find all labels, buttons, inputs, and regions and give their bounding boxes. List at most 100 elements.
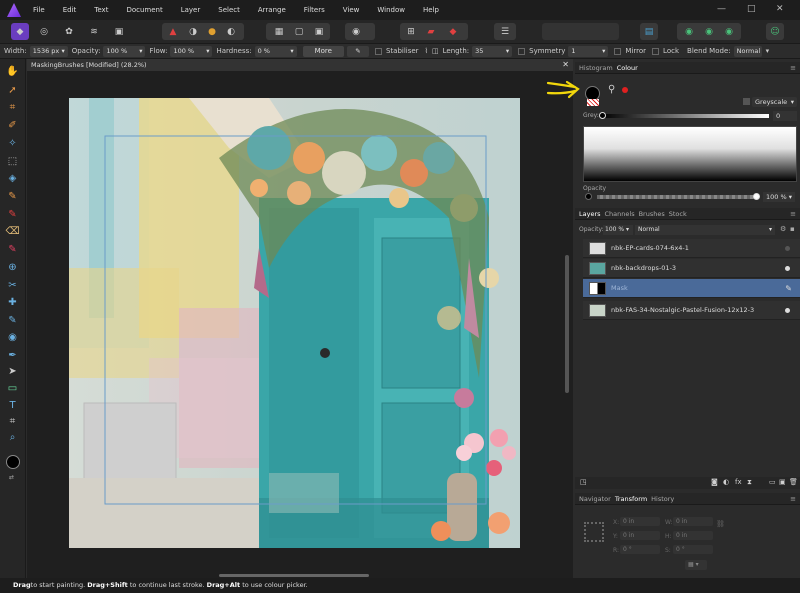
lock-icon[interactable] [743,98,750,105]
tab-stock[interactable]: Stock [669,210,687,218]
tab-layers[interactable]: Layers [579,210,601,218]
visibility-dot[interactable] [785,307,790,313]
symmetry-field[interactable]: 1 ▾ [568,45,609,57]
menu-arrange[interactable]: Arrange [258,6,286,14]
menu-text[interactable]: Text [94,6,108,14]
opacity-slider[interactable] [597,195,755,199]
node-tool-icon[interactable]: ➤ [6,365,19,378]
shear-field[interactable]: 0 ° [673,545,713,554]
stroke-none-swatch[interactable] [587,99,599,106]
tone-map-persona-icon[interactable]: ≋ [85,23,103,40]
primary-colour-swatch[interactable] [6,455,20,469]
stabiliser-checkbox[interactable] [374,47,382,55]
menu-window[interactable]: Window [377,6,405,14]
h-field[interactable]: 0 in [673,531,713,540]
force-pixel-icon[interactable]: ◆ [444,23,462,40]
tab-navigator[interactable]: Navigator [579,495,611,503]
add-layer-icon[interactable]: ▣ [779,478,786,486]
live-filter-icon[interactable]: ⧗ [747,478,752,487]
width-field[interactable]: 1536 px ▾ [29,45,68,57]
layer-options-icon[interactable]: ◳ [580,478,587,486]
quick-mask-icon[interactable]: ◉ [347,23,365,40]
fx-icon[interactable]: fx [735,478,742,486]
horizontal-scrollbar[interactable] [219,574,369,577]
noise-swatch[interactable] [622,87,628,93]
opacity-slider-handle[interactable] [753,193,760,200]
lock-checkbox[interactable] [652,47,660,55]
arrange-icon[interactable]: ▤ [640,23,658,40]
snapping-icon[interactable]: ▰ [422,23,440,40]
panel-menu-icon[interactable]: ≡ [790,210,796,218]
grey-slider-handle[interactable] [599,112,606,119]
transform-options-button[interactable]: ▦ ▾ [685,560,707,570]
layer-row-selected[interactable]: Mask ✎ [583,279,800,298]
rope-mode-icon[interactable]: ⌇ [425,47,428,55]
close-icon[interactable]: ✕ [562,60,569,69]
erase-tool-icon[interactable]: ⌫ [5,225,19,238]
adjustment-icon[interactable]: ◐ [723,478,729,486]
layer-opacity-field[interactable]: 100 % ▾ [603,225,633,235]
assistant-icon[interactable]: ⊞ [402,23,420,40]
gear-icon[interactable]: ⚙ [780,225,786,233]
symmetry-checkbox[interactable] [518,47,526,55]
group-icon[interactable]: ▭ [769,478,776,486]
studio-colour-icon[interactable]: ◉ [700,23,718,40]
tab-brushes[interactable]: Brushes [639,210,665,218]
window-mode-icon[interactable]: ◫ [432,47,439,55]
menu-select[interactable]: Select [218,6,240,14]
paint-brush-icon[interactable]: ✎ [6,190,19,203]
tab-histogram[interactable]: Histogram [579,64,613,72]
brush-settings-icon[interactable]: ✎ [346,45,369,57]
studio-layers-icon[interactable]: ◉ [680,23,698,40]
clone-tool-icon[interactable]: ⊕ [6,261,19,274]
export-persona-icon[interactable]: ▣ [110,23,128,40]
levels-icon[interactable]: ▲ [164,23,182,40]
canvas-image[interactable] [69,98,520,548]
document-tab[interactable]: MaskingBrushes [Modified] (28.2%) ✕ [27,59,573,71]
visibility-dot[interactable] [785,265,790,271]
length-field[interactable]: 35 ▾ [472,45,513,57]
more-button[interactable]: More [302,45,344,57]
greyscale-field[interactable] [583,126,797,182]
app-logo-icon[interactable] [7,3,21,17]
red-eye-tool-icon[interactable]: ✎ [6,314,19,327]
develop-persona-icon[interactable]: ✿ [60,23,78,40]
colour-mode-select[interactable]: Greyscale ▾ [752,97,797,107]
pixel-tool-icon[interactable]: ✎ [6,208,19,221]
selection-brush-icon[interactable]: ✐ [6,119,19,132]
layer-row[interactable]: nbk-backdrops-01-3 [583,259,800,278]
delete-layer-icon[interactable]: 🗑 [789,478,798,486]
flow-field[interactable]: 100 % ▾ [170,45,213,57]
chevron-down-icon[interactable]: ▾ [766,47,770,55]
grey-slider[interactable] [601,114,769,118]
healing-tool-icon[interactable]: ✚ [6,296,19,309]
mesh-warp-icon[interactable]: ⌗ [6,415,19,428]
invert-selection-icon[interactable]: ▣ [310,23,328,40]
tab-transform[interactable]: Transform [615,495,647,503]
crop-tool-icon[interactable]: ⌗ [6,101,19,114]
colour-picker-icon[interactable]: ⚲ [608,84,615,95]
opacity-field[interactable]: 100 % ▾ [103,45,146,57]
tab-colour[interactable]: Colour [617,64,638,72]
lock-layer-icon[interactable]: ▪ [790,225,795,233]
menu-view[interactable]: View [343,6,360,14]
menu-help[interactable]: Help [423,6,439,14]
vertical-scrollbar[interactable] [565,255,569,393]
auto-contrast-icon[interactable]: ◑ [184,23,202,40]
menu-file[interactable]: File [33,6,45,14]
select-all-icon[interactable]: ▦ [270,23,288,40]
chat-icon[interactable]: ☰ [494,23,516,40]
menu-document[interactable]: Document [126,6,162,14]
x-field[interactable]: 0 in [620,517,660,526]
swap-colours-icon[interactable]: ⇄ [9,474,14,481]
layer-blend-select[interactable]: Normal ▾ [635,225,775,235]
panel-menu-icon[interactable]: ≡ [790,64,796,72]
blend-mode-select[interactable]: Normal [733,45,762,57]
colour-opacity-field[interactable]: 100 % ▾ [763,192,795,202]
close-window-button[interactable]: ✕ [776,4,784,14]
photo-persona-icon[interactable]: ◆ [11,23,29,40]
auto-colour-icon[interactable]: ● [203,23,221,40]
dodge-tool-icon[interactable]: ✎ [6,243,19,256]
zoom-tool-icon[interactable]: ⌕ [6,431,19,444]
w-field[interactable]: 0 in [673,517,713,526]
